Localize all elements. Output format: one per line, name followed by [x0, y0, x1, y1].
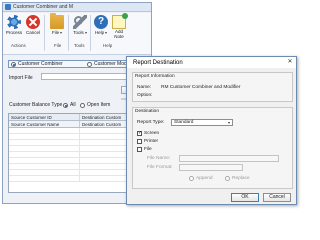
grid-header-source-name[interactable]: Source Customer Name — [9, 121, 80, 127]
group-label-actions: Actions — [11, 43, 26, 48]
radio-icon — [80, 102, 85, 108]
wrench-icon — [73, 15, 87, 29]
import-file-label: Import File — [9, 75, 33, 81]
process-button[interactable]: Process — [5, 15, 23, 35]
folder-icon — [50, 13, 64, 29]
destination-section: Destination Report Type: Standard Screen… — [132, 107, 293, 189]
help-icon: ? — [94, 15, 108, 29]
add-note-button[interactable]: Add Note — [110, 13, 128, 39]
note-icon — [112, 13, 128, 29]
group-label-tools: Tools — [74, 43, 85, 48]
file-format-select[interactable] — [179, 164, 243, 171]
balance-type-label: Customer Balance Type — [9, 102, 63, 108]
report-type-select[interactable]: Standard — [171, 119, 233, 126]
grid-header-source-id[interactable]: Source Customer ID — [9, 114, 80, 120]
checkbox-checked-icon — [137, 130, 142, 136]
ribbon-separator — [68, 15, 69, 51]
balance-all-radio[interactable]: All — [63, 102, 76, 108]
tools-menu-button[interactable]: Tools — [71, 15, 89, 35]
file-name-label: File Name: — [147, 156, 171, 161]
group-label-help: Help — [103, 43, 113, 48]
ribbon-separator — [90, 15, 91, 51]
cancel-button[interactable]: Cancel — [24, 15, 42, 35]
name-label: Name: — [137, 85, 152, 90]
checkbox-icon — [137, 139, 142, 144]
file-name-input[interactable] — [179, 155, 279, 162]
screen-checkbox[interactable]: Screen — [137, 130, 159, 136]
report-information-section: Report Information Name: RM Customer Com… — [132, 72, 293, 102]
cancel-icon — [26, 15, 40, 29]
balance-open-item-radio[interactable]: Open Item — [80, 102, 110, 108]
help-menu-button[interactable]: ? Help — [92, 15, 110, 35]
group-label-file: File — [54, 43, 62, 48]
main-window-title: Customer Combiner and M — [13, 4, 74, 10]
radio-icon — [189, 176, 194, 181]
report-type-label: Report Type: — [137, 120, 165, 125]
printer-checkbox[interactable]: Printer — [137, 139, 158, 144]
main-window-titlebar: Customer Combiner and M — [3, 3, 151, 12]
section-header: Report Information — [135, 74, 175, 79]
section-header: Destination — [135, 109, 159, 114]
dialog-title: Report Destination — [133, 59, 183, 66]
replace-radio[interactable]: Replace — [225, 176, 250, 181]
dialog-titlebar: Report Destination ✕ — [127, 57, 296, 68]
close-icon[interactable]: ✕ — [286, 59, 294, 66]
checkbox-icon — [137, 147, 142, 152]
ribbon: Process Cancel File Tools ? Help Add Not… — [3, 13, 151, 55]
cancel-button[interactable]: Cancel — [263, 193, 291, 202]
ribbon-separator — [44, 15, 45, 51]
radio-selected-icon — [63, 102, 68, 108]
report-destination-dialog: Report Destination ✕ Report Information … — [126, 56, 297, 205]
radio-icon — [225, 176, 230, 181]
gear-icon — [7, 15, 21, 29]
file-format-label: File Format: — [147, 165, 173, 170]
file-checkbox[interactable]: File — [137, 147, 152, 152]
app-icon — [5, 4, 11, 10]
radio-selected-icon — [11, 61, 16, 67]
ok-button[interactable]: OK — [231, 193, 259, 202]
combiner-radio[interactable]: Customer Combiner — [11, 61, 63, 67]
option-label: Option: — [137, 93, 153, 98]
report-name-value: RM Customer Combiner and Modifier — [161, 85, 241, 90]
file-menu-button[interactable]: File — [48, 13, 66, 35]
radio-icon — [87, 61, 92, 67]
append-radio[interactable]: Append — [189, 176, 213, 181]
